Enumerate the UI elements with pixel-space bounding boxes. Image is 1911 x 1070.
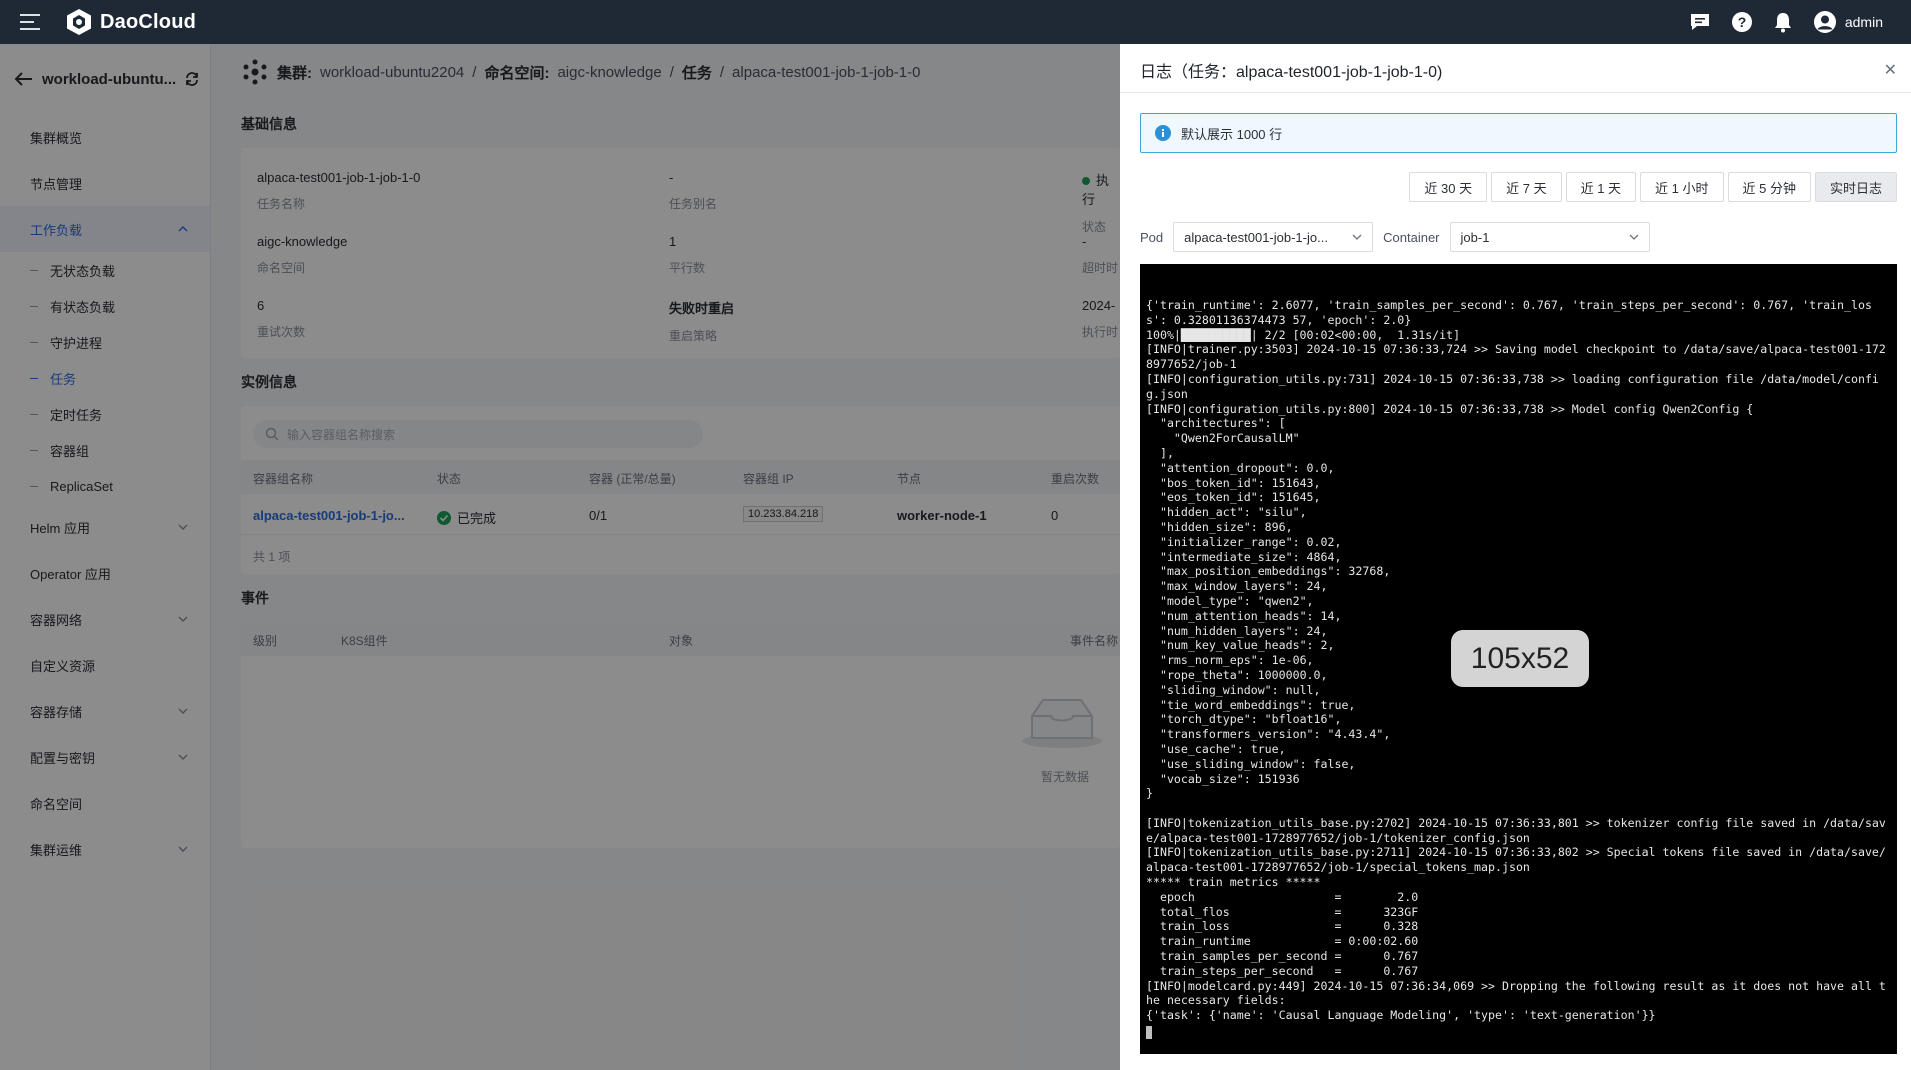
time-1d-button[interactable]: 近 1 天 bbox=[1565, 172, 1637, 202]
container-select-value: job-1 bbox=[1460, 229, 1490, 245]
daocloud-logo-icon bbox=[67, 9, 91, 35]
close-icon[interactable]: ✕ bbox=[1884, 60, 1897, 80]
drawer-title: 日志（任务：alpaca-test001-job-1-job-1-0) bbox=[1140, 64, 1443, 81]
bell-icon[interactable] bbox=[1773, 11, 1793, 33]
chevron-down-icon bbox=[1629, 234, 1638, 240]
time-30d-button[interactable]: 近 30 天 bbox=[1409, 172, 1488, 202]
user-name: admin bbox=[1844, 14, 1883, 30]
alert-text: 默认展示 1000 行 bbox=[1181, 126, 1283, 142]
realtime-log-button[interactable]: 实时日志 bbox=[1814, 172, 1897, 202]
pod-label: Pod bbox=[1140, 229, 1164, 245]
chevron-down-icon bbox=[1352, 234, 1362, 240]
time-5m-button[interactable]: 近 5 分钟 bbox=[1727, 172, 1811, 202]
time-range-group: 近 30 天 近 7 天 近 1 天 近 1 小时 近 5 分钟 实时日志 bbox=[1409, 172, 1897, 202]
modal-overlay[interactable] bbox=[0, 44, 1120, 1070]
pod-select[interactable]: alpaca-test001-job-1-jo... bbox=[1173, 222, 1374, 252]
divider bbox=[1120, 92, 1911, 93]
container-select[interactable]: job-1 bbox=[1449, 222, 1650, 252]
svg-text:?: ? bbox=[1738, 14, 1747, 30]
help-icon[interactable]: ? bbox=[1731, 11, 1753, 33]
pod-container-selectors: Pod alpaca-test001-job-1-jo... Container… bbox=[1140, 222, 1650, 252]
container-label: Container bbox=[1383, 229, 1440, 245]
brand-logo[interactable]: DaoCloud bbox=[66, 8, 196, 36]
time-1h-button[interactable]: 近 1 小时 bbox=[1640, 172, 1724, 202]
info-icon bbox=[1155, 125, 1171, 141]
info-alert: 默认展示 1000 行 bbox=[1140, 113, 1897, 153]
top-bar: DaoCloud ? admin bbox=[0, 0, 1911, 44]
message-icon[interactable] bbox=[1689, 12, 1711, 32]
size-tooltip: 105x52 bbox=[1451, 630, 1589, 687]
time-7d-button[interactable]: 近 7 天 bbox=[1491, 172, 1562, 202]
menu-icon[interactable] bbox=[20, 14, 40, 30]
user-menu[interactable]: admin bbox=[1813, 10, 1883, 34]
brand-name: DaoCloud bbox=[100, 10, 197, 33]
pod-select-value: alpaca-test001-job-1-jo... bbox=[1184, 229, 1328, 245]
terminal-cursor bbox=[1146, 1025, 1152, 1039]
log-drawer: 日志（任务：alpaca-test001-job-1-job-1-0) ✕ 默认… bbox=[1120, 44, 1911, 1070]
user-avatar-icon bbox=[1813, 11, 1836, 33]
